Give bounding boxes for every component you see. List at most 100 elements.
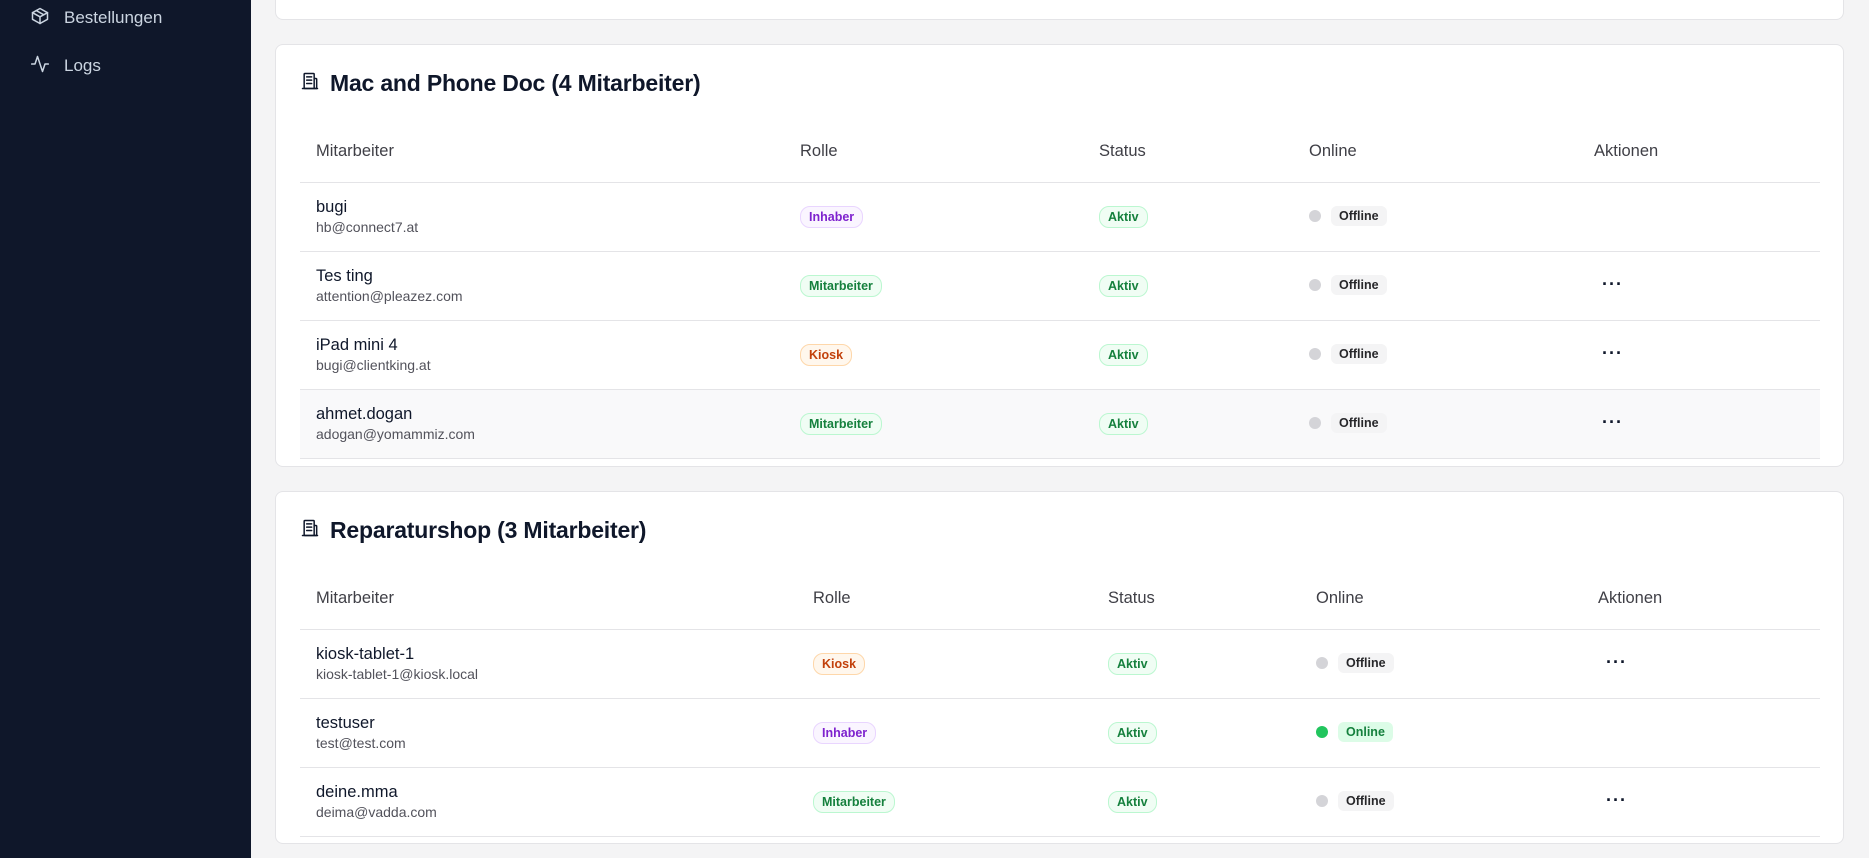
- role-cell: Kiosk: [784, 320, 1083, 390]
- online-status-dot: [1309, 210, 1321, 222]
- online-cell: Offline: [1293, 320, 1578, 390]
- package-icon: [30, 6, 50, 31]
- role-cell: Inhaber: [797, 698, 1092, 768]
- previous-card: [275, 0, 1844, 20]
- column-header-mitarbeiter: Mitarbeiter: [300, 567, 797, 630]
- staff-email: test@test.com: [316, 735, 406, 751]
- role-badge: Mitarbeiter: [813, 791, 895, 813]
- sidebar: Bestellungen Logs: [0, 0, 251, 858]
- status-badge: Aktiv: [1099, 344, 1148, 366]
- staff-table: Mitarbeiter Rolle Status Online Aktionen bug…: [300, 120, 1820, 459]
- status-cell: Aktiv: [1083, 182, 1293, 252]
- more-horizontal-icon[interactable]: ···: [1598, 791, 1635, 809]
- staff-name: ahmet.dogan: [316, 405, 413, 423]
- role-badge: Mitarbeiter: [800, 275, 882, 297]
- column-header-aktionen: Aktionen: [1582, 567, 1820, 630]
- column-header-rolle: Rolle: [797, 567, 1092, 630]
- actions-cell: [1582, 698, 1820, 768]
- status-badge: Aktiv: [1108, 653, 1157, 675]
- online-cell: Offline: [1300, 629, 1582, 699]
- table-row: kiosk-tablet-1 kiosk-tablet-1@kiosk.loca…: [300, 629, 1820, 699]
- online-status-dot: [1316, 657, 1328, 669]
- role-cell: Mitarbeiter: [784, 251, 1083, 321]
- status-badge: Aktiv: [1108, 791, 1157, 813]
- role-badge: Kiosk: [813, 653, 866, 675]
- online-status-badge: Offline: [1331, 275, 1387, 295]
- online-status-dot: [1316, 795, 1328, 807]
- role-cell: Mitarbeiter: [797, 767, 1092, 837]
- sidebar-item-logs[interactable]: Logs: [30, 54, 101, 78]
- status-cell: Aktiv: [1092, 698, 1300, 768]
- staff-cell: bugi hb@connect7.at: [300, 182, 784, 252]
- shop-card: Reparaturshop (3 Mitarbeiter) Mitarbeite…: [275, 491, 1844, 844]
- staff-cell: Tes ting attention@pleazez.com: [300, 251, 784, 321]
- role-badge: Inhaber: [813, 722, 877, 744]
- actions-cell: ···: [1578, 389, 1820, 459]
- column-header-online: Online: [1293, 120, 1578, 183]
- shop-title: Mac and Phone Doc (4 Mitarbeiter): [300, 67, 701, 99]
- staff-cell: iPad mini 4 bugi@clientking.at: [300, 320, 784, 390]
- table-row: deine.mma deima@vadda.com Mitarbeiter Ak…: [300, 767, 1820, 837]
- column-header-status: Status: [1092, 567, 1300, 630]
- main-content: Mac and Phone Doc (4 Mitarbeiter) Mitarb…: [251, 0, 1869, 858]
- online-status-badge: Offline: [1338, 791, 1394, 811]
- staff-email: adogan@yomammiz.com: [316, 426, 475, 442]
- column-header-mitarbeiter: Mitarbeiter: [300, 120, 784, 183]
- table-row: ahmet.dogan adogan@yomammiz.com Mitarbei…: [300, 389, 1820, 459]
- column-header-status: Status: [1083, 120, 1293, 183]
- staff-name: Tes ting: [316, 267, 373, 285]
- staff-email: attention@pleazez.com: [316, 288, 463, 304]
- table-row: bugi hb@connect7.at Inhaber Aktiv Offlin…: [300, 182, 1820, 252]
- actions-cell: ···: [1578, 320, 1820, 390]
- staff-email: hb@connect7.at: [316, 219, 419, 235]
- more-horizontal-icon[interactable]: ···: [1594, 413, 1631, 431]
- table-header: Mitarbeiter Rolle Status Online Aktionen: [300, 120, 1820, 183]
- shop-title-text: Reparaturshop (3 Mitarbeiter): [330, 516, 647, 543]
- staff-name: deine.mma: [316, 783, 398, 801]
- online-status-dot: [1309, 417, 1321, 429]
- status-cell: Aktiv: [1092, 767, 1300, 837]
- online-cell: Offline: [1300, 767, 1582, 837]
- status-cell: Aktiv: [1083, 320, 1293, 390]
- role-badge: Kiosk: [800, 344, 853, 366]
- table-row: Tes ting attention@pleazez.com Mitarbeit…: [300, 251, 1820, 321]
- shop-title: Reparaturshop (3 Mitarbeiter): [300, 514, 646, 546]
- more-horizontal-icon[interactable]: ···: [1598, 653, 1635, 671]
- online-status-badge: Offline: [1331, 206, 1387, 226]
- status-cell: Aktiv: [1083, 389, 1293, 459]
- staff-name: bugi: [316, 198, 348, 216]
- column-header-aktionen: Aktionen: [1578, 120, 1820, 183]
- online-cell: Offline: [1293, 389, 1578, 459]
- online-status-badge: Offline: [1331, 413, 1387, 433]
- online-status-badge: Offline: [1331, 344, 1387, 364]
- more-horizontal-icon[interactable]: ···: [1594, 344, 1631, 362]
- role-badge: Mitarbeiter: [800, 413, 882, 435]
- online-status-dot: [1316, 726, 1328, 738]
- status-badge: Aktiv: [1099, 206, 1148, 228]
- online-status-badge: Online: [1338, 722, 1393, 742]
- role-cell: Kiosk: [797, 629, 1092, 699]
- more-horizontal-icon[interactable]: ···: [1594, 275, 1631, 293]
- status-badge: Aktiv: [1108, 722, 1157, 744]
- sidebar-item-bestellungen[interactable]: Bestellungen: [30, 6, 162, 30]
- staff-table: Mitarbeiter Rolle Status Online Aktionen kio…: [300, 567, 1820, 837]
- online-cell: Online: [1300, 698, 1582, 768]
- sidebar-item-label: Logs: [64, 56, 101, 75]
- online-status-badge: Offline: [1338, 653, 1394, 673]
- staff-name: testuser: [316, 714, 375, 732]
- staff-email: deima@vadda.com: [316, 804, 437, 820]
- staff-cell: deine.mma deima@vadda.com: [300, 767, 797, 837]
- online-status-dot: [1309, 348, 1321, 360]
- actions-cell: ···: [1582, 767, 1820, 837]
- actions-cell: ···: [1578, 251, 1820, 321]
- role-cell: Mitarbeiter: [784, 389, 1083, 459]
- staff-cell: testuser test@test.com: [300, 698, 797, 768]
- table-row: testuser test@test.com Inhaber Aktiv Onl…: [300, 698, 1820, 768]
- staff-email: kiosk-tablet-1@kiosk.local: [316, 666, 479, 682]
- status-badge: Aktiv: [1099, 275, 1148, 297]
- role-cell: Inhaber: [784, 182, 1083, 252]
- staff-name: kiosk-tablet-1: [316, 645, 415, 663]
- role-badge: Inhaber: [800, 206, 864, 228]
- sidebar-item-label: Bestellungen: [64, 8, 163, 27]
- online-status-dot: [1309, 279, 1321, 291]
